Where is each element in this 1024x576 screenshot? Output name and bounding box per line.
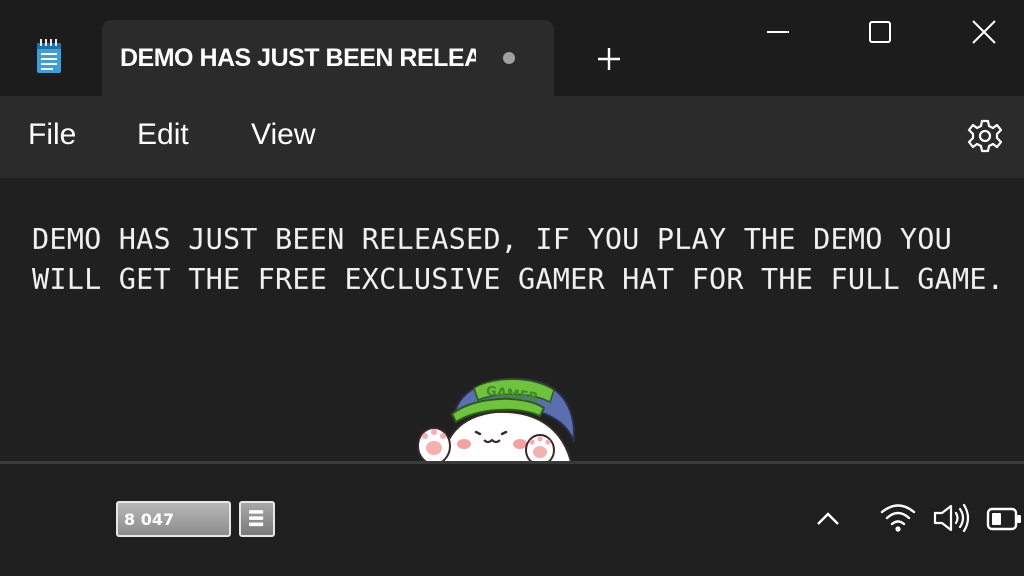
minimize-icon[interactable]: [748, 10, 808, 54]
menu-view[interactable]: View: [251, 118, 315, 152]
tab-document[interactable]: DEMO HAS JUST BEEN RELEA: [102, 20, 554, 96]
plus-icon[interactable]: [590, 40, 628, 78]
document-line-1: DEMO HAS JUST BEEN RELEASED, IF YOU PLAY…: [32, 223, 952, 256]
battery-icon[interactable]: [986, 505, 1024, 533]
speaker-icon[interactable]: [932, 502, 972, 534]
unsaved-dot-icon[interactable]: [503, 52, 515, 64]
menu-bar: File Edit View: [0, 96, 1024, 178]
tab-title: DEMO HAS JUST BEEN RELEA: [120, 44, 476, 72]
document-line-2: WILL GET THE FREE EXCLUSIVE GAMER HAT FO…: [32, 263, 1005, 296]
chevron-up-icon[interactable]: [814, 508, 842, 528]
maximize-icon[interactable]: [850, 10, 910, 54]
menu-lines-icon[interactable]: [239, 501, 275, 537]
notepad-icon: [37, 39, 61, 73]
document-text[interactable]: DEMO HAS JUST BEEN RELEASED, IF YOU PLAY…: [32, 220, 1022, 300]
wifi-icon[interactable]: [879, 502, 917, 532]
gear-icon[interactable]: [966, 117, 1004, 155]
clicker-counter[interactable]: 8 047: [116, 501, 231, 537]
title-bar: DEMO HAS JUST BEEN RELEA: [0, 0, 1024, 96]
counter-value: 8 047: [124, 510, 175, 529]
gamer-hat-mascot: GAMER: [417, 377, 576, 467]
close-icon[interactable]: [954, 10, 1014, 54]
menu-file[interactable]: File: [28, 118, 76, 152]
menu-edit[interactable]: Edit: [137, 118, 189, 152]
